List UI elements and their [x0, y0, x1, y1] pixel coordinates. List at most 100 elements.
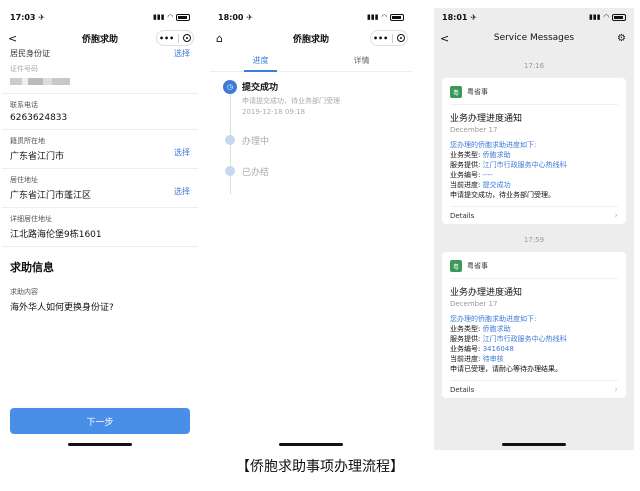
line-value: 待审核: [482, 355, 504, 363]
details-link[interactable]: Details ›: [450, 206, 618, 224]
next-step-button[interactable]: 下一步: [10, 408, 190, 434]
home-icon[interactable]: ⌂: [216, 32, 223, 45]
home-indicator[interactable]: [68, 443, 132, 446]
signal-icon: ▮▮▮: [589, 13, 601, 21]
field-label: 联系电话: [10, 101, 38, 109]
timeline-step-submitted: ◷ 提交成功 申请提交成功，待业务部门受理 2019-12-18 09:18: [222, 80, 400, 116]
residence-value: 广东省江门市蓬江区: [10, 191, 92, 201]
message-card[interactable]: 粤 粤省事 业务办理进度通知 December 17 您办理的侨胞求助进度如下:…: [442, 252, 626, 398]
nav-bar: < 侨胞求助 •••: [2, 26, 198, 50]
nav-bar: ⌂ 侨胞求助 •••: [210, 26, 412, 50]
sender-name: 粤省事: [467, 262, 488, 270]
back-icon[interactable]: <: [440, 32, 449, 45]
figure-caption: 【侨胞求助事项办理流程】: [236, 459, 404, 475]
status-bar: 17:03 ✈ ▮▮▮ ◠: [2, 8, 198, 26]
back-icon[interactable]: <: [8, 32, 17, 45]
step-time: 2019-12-18 09:18: [242, 108, 306, 116]
line-key: 服务提供:: [450, 161, 483, 169]
phone-value: 6263624833: [10, 113, 68, 123]
capsule-divider: [392, 33, 394, 43]
card-line: 业务类型: 侨胞求助: [450, 150, 618, 160]
status-time: 18:01: [442, 12, 468, 22]
message-timestamp: 17:16: [523, 62, 545, 70]
mini-program-capsule: •••: [156, 30, 194, 46]
home-indicator[interactable]: [279, 443, 343, 446]
phone-field[interactable]: 联系电话 6263624833: [2, 94, 198, 130]
card-intro: 您办理的侨胞求助进度如下:: [450, 315, 537, 323]
more-icon[interactable]: •••: [373, 34, 388, 43]
step-title: 提交成功: [242, 83, 279, 93]
chevron-right-icon: ›: [614, 384, 618, 395]
home-indicator[interactable]: [502, 443, 566, 446]
card-line: 业务编号: ----: [450, 170, 618, 180]
timeline-step-processing: 办理中: [222, 134, 400, 147]
location-arrow-icon: ✈: [38, 12, 45, 22]
gear-icon[interactable]: ⚙: [617, 33, 626, 44]
location-arrow-icon: ✈: [246, 12, 253, 22]
line-key: 业务类型:: [450, 151, 483, 159]
page-title: 侨胞求助: [292, 34, 329, 45]
status-time: 17:03: [10, 12, 36, 22]
battery-icon: [612, 13, 626, 21]
close-target-icon[interactable]: [397, 34, 406, 42]
phone-screen-messages: 18:01 ✈ ▮▮▮ ◠ < Service Messages ⚙ 17:16 …: [434, 8, 634, 450]
help-content-value: 海外华人如何更换身份证?: [10, 303, 114, 313]
details-label: Details: [450, 211, 475, 220]
hometown-field[interactable]: 籍贯所在地 广东省江门市 选择: [2, 130, 198, 169]
progress-timeline: ◷ 提交成功 申请提交成功，待业务部门受理 2019-12-18 09:18 办…: [210, 72, 412, 204]
step-dot-icon: [225, 135, 235, 145]
card-title: 业务办理进度通知: [450, 278, 618, 298]
details-link[interactable]: Details ›: [450, 380, 618, 398]
line-value: ----: [482, 171, 493, 179]
battery-icon: [390, 13, 404, 21]
id-number-field[interactable]: 证件号码: [2, 58, 198, 94]
tab-progress[interactable]: 进度: [210, 50, 311, 72]
message-timestamp: 17:59: [523, 236, 545, 244]
step-dot-icon: [225, 166, 235, 176]
section-title: 求助信息: [10, 261, 54, 274]
tab-details[interactable]: 详情: [311, 50, 412, 71]
line-value: 江门市行政服务中心热线科: [482, 335, 567, 343]
address-field[interactable]: 详细居住地址 江北路海伦堡9栋1601: [2, 208, 198, 247]
line-key: 业务编号:: [450, 345, 483, 353]
help-content-field[interactable]: 求助内容 海外华人如何更换身份证?: [2, 281, 198, 319]
field-label: 籍贯所在地: [10, 137, 45, 145]
residence-field[interactable]: 居住地址 广东省江门市蓬江区 选择: [2, 169, 198, 208]
residence-select-link[interactable]: 选择: [174, 186, 190, 197]
close-target-icon[interactable]: [183, 34, 192, 42]
line-key: 业务类型:: [450, 325, 483, 333]
step-title: 办理中: [242, 137, 270, 147]
more-icon[interactable]: •••: [159, 34, 174, 43]
card-outro: 申请提交成功，待业务部门受理。: [450, 191, 555, 199]
line-value: 侨胞求助: [482, 151, 511, 159]
status-bar: 18:00 ✈ ▮▮▮ ◠: [210, 8, 412, 26]
card-sender: 粤 粤省事: [450, 260, 618, 272]
line-key: 业务编号:: [450, 171, 483, 179]
card-intro: 您办理的侨胞求助进度如下:: [450, 141, 537, 149]
sender-name: 粤省事: [467, 88, 488, 96]
line-value: 江门市行政服务中心热线科: [482, 161, 567, 169]
wifi-icon: ◠: [381, 13, 387, 21]
page-title: 侨胞求助: [81, 34, 118, 45]
step-title: 已办结: [242, 168, 270, 178]
message-card[interactable]: 粤 粤省事 业务办理进度通知 December 17 您办理的侨胞求助进度如下:…: [442, 78, 626, 224]
mini-program-capsule: •••: [370, 30, 408, 46]
card-line: 业务类型: 侨胞求助: [450, 324, 618, 334]
wifi-icon: ◠: [603, 13, 609, 21]
capsule-divider: [178, 33, 180, 43]
phone-screen-form: 17:03 ✈ ▮▮▮ ◠ < 侨胞求助 ••• 居民身份证 选择 证件号码 联系…: [2, 8, 198, 450]
battery-icon: [176, 13, 190, 21]
address-value: 江北路海伦堡9栋1601: [10, 230, 102, 240]
signal-icon: ▮▮▮: [153, 13, 165, 21]
field-label: 详细居住地址: [10, 215, 52, 223]
phone-screen-progress: 18:00 ✈ ▮▮▮ ◠ ⌂ 侨胞求助 ••• 进度 详情 ◷ 提交成功 申请提…: [210, 8, 412, 450]
card-sender: 粤 粤省事: [450, 86, 618, 98]
hometown-select-link[interactable]: 选择: [174, 147, 190, 158]
card-date: December 17: [450, 126, 498, 134]
field-label: 求助内容: [10, 288, 38, 296]
step-description: 申请提交成功，待业务部门受理: [242, 97, 340, 105]
card-line: 当前进度: 待审核: [450, 354, 618, 364]
line-key: 服务提供:: [450, 335, 483, 343]
line-key: 当前进度:: [450, 181, 483, 189]
card-line: 业务编号: 3416048: [450, 344, 618, 354]
